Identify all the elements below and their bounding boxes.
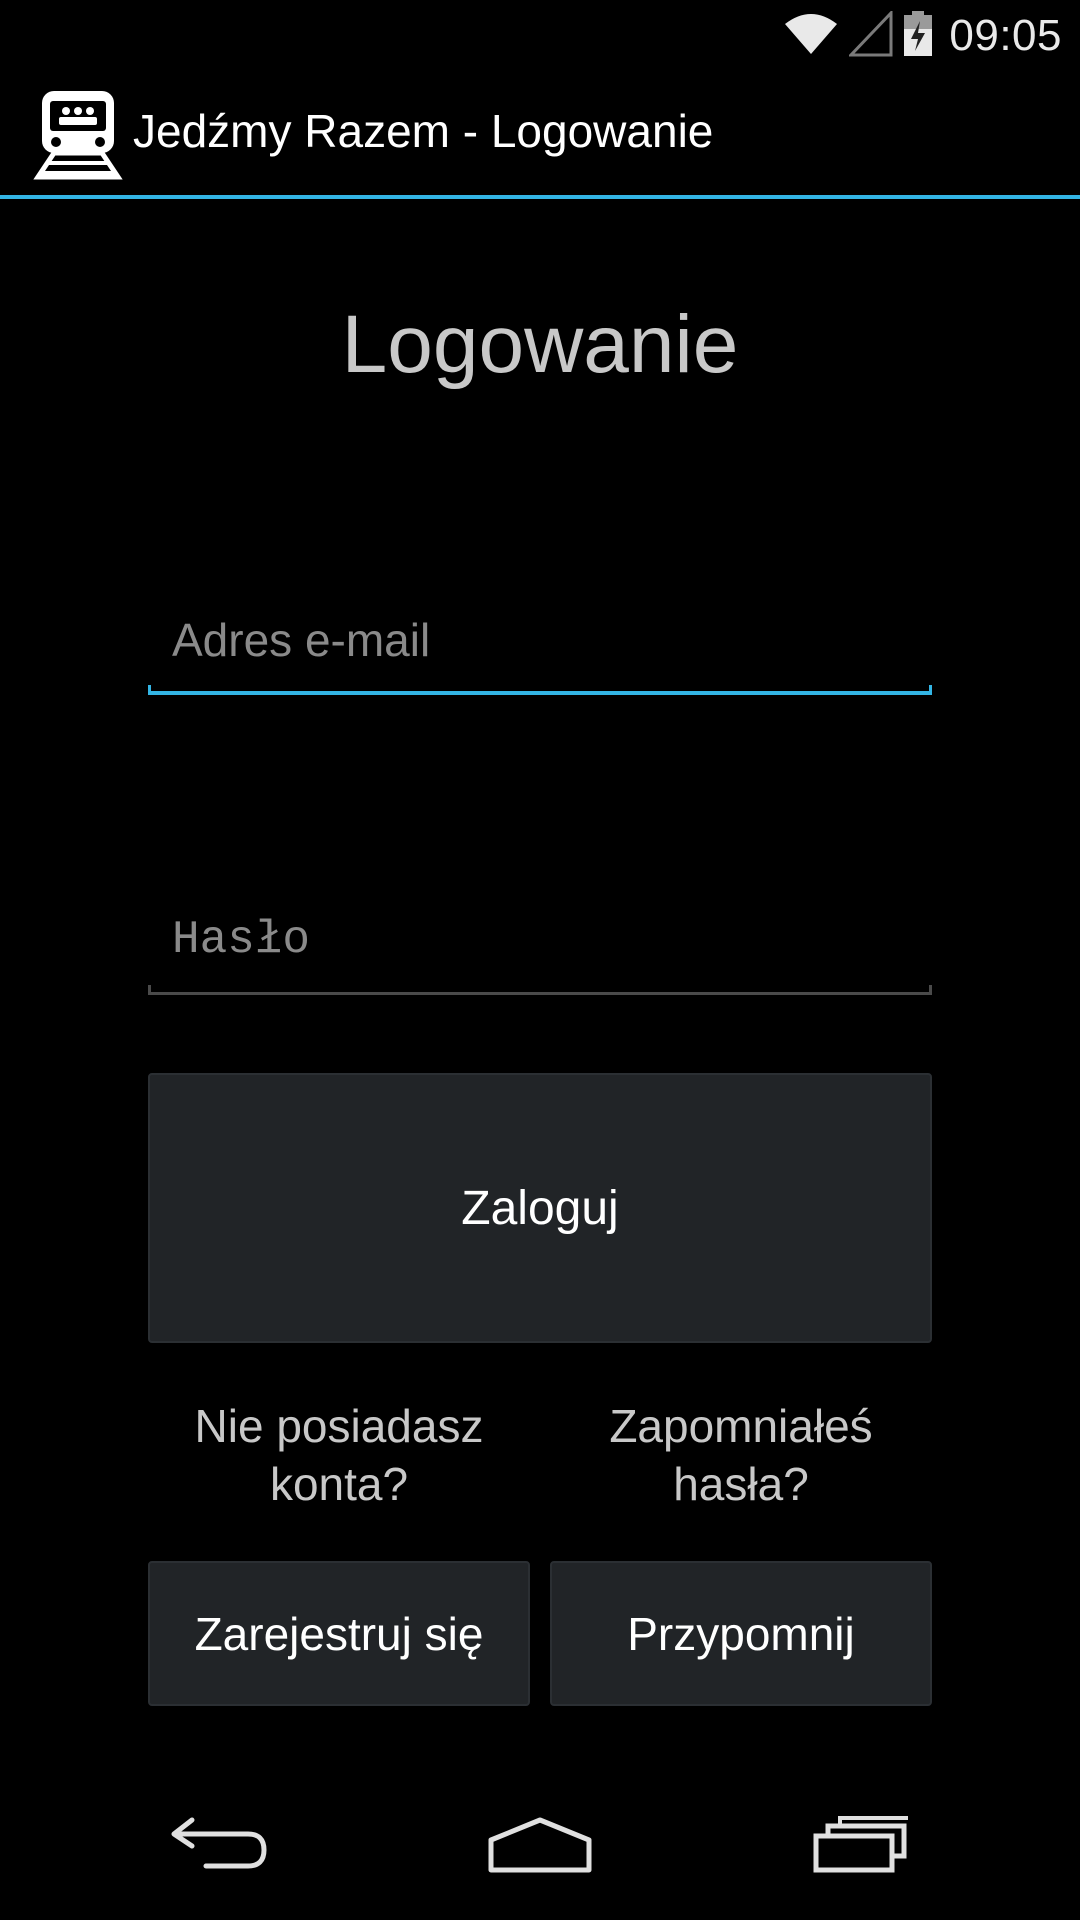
- register-hint-line2: konta?: [269, 1458, 409, 1510]
- remind-hint-line2: hasła?: [673, 1458, 809, 1510]
- wifi-icon: [783, 12, 839, 61]
- status-bar: 09:05: [0, 0, 1080, 71]
- battery-charging-icon: [903, 10, 933, 62]
- login-button[interactable]: Zaloguj: [148, 1073, 932, 1343]
- password-field-tick-left: [148, 985, 151, 995]
- remind-hint: Zapomniałeś hasła?: [550, 1397, 932, 1513]
- remind-button-label: Przypomnij: [627, 1607, 855, 1660]
- password-field-tick-right: [929, 985, 932, 995]
- status-icons: 09:05: [783, 8, 1062, 64]
- recent-apps-button[interactable]: [782, 1796, 942, 1896]
- register-button-label: Zarejestruj się: [194, 1607, 484, 1660]
- train-icon[interactable]: [32, 89, 124, 181]
- email-field[interactable]: [148, 585, 932, 695]
- password-field-underline: [148, 992, 932, 995]
- email-field-underline: [148, 691, 932, 695]
- navigation-bar: [0, 1776, 1080, 1920]
- password-field[interactable]: [148, 885, 932, 995]
- recent-apps-icon: [812, 1814, 912, 1879]
- page-title: Logowanie: [341, 299, 739, 390]
- register-button[interactable]: Zarejestruj się: [148, 1561, 530, 1706]
- app-title: Jedźmy Razem - Logowanie: [133, 105, 714, 157]
- back-icon: [170, 1814, 270, 1879]
- action-bar-divider: [0, 195, 1080, 199]
- cell-signal-icon: [847, 8, 893, 62]
- status-time: 09:05: [949, 11, 1062, 60]
- email-field-tick-right: [929, 685, 932, 695]
- home-icon: [485, 1814, 595, 1879]
- remind-hint-line1: Zapomniałeś: [609, 1400, 873, 1452]
- remind-password-button[interactable]: Przypomnij: [550, 1561, 932, 1706]
- register-hint: Nie posiadasz konta?: [148, 1397, 530, 1513]
- email-field-tick-left: [148, 685, 151, 695]
- home-button[interactable]: [460, 1796, 620, 1896]
- password-input[interactable]: [148, 885, 932, 995]
- action-bar: Jedźmy Razem - Logowanie: [0, 71, 1080, 196]
- login-button-label: Zaloguj: [461, 1181, 619, 1235]
- register-hint-line1: Nie posiadasz: [194, 1400, 484, 1452]
- email-input[interactable]: [148, 585, 932, 695]
- back-button[interactable]: [140, 1796, 300, 1896]
